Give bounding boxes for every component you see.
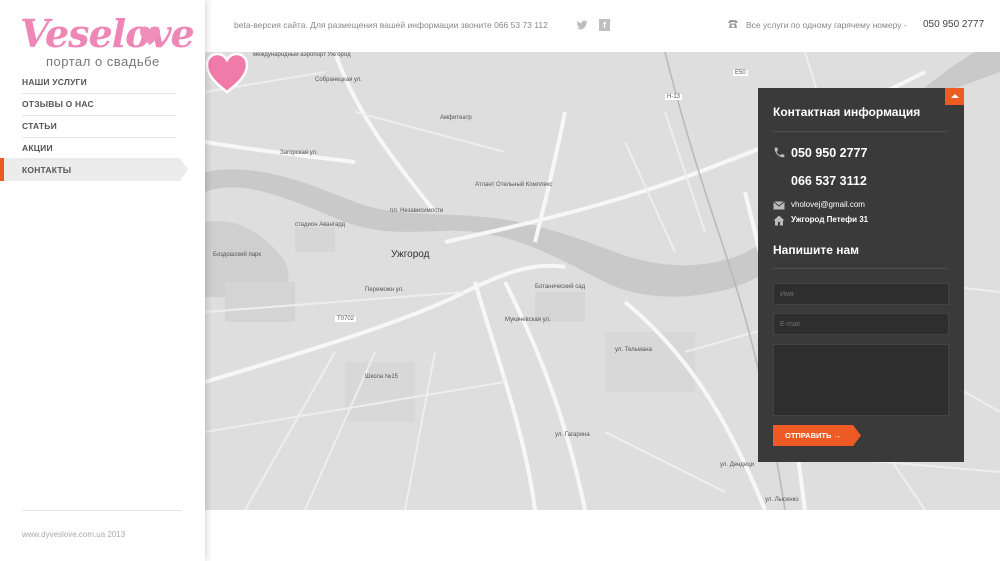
map-bottom-spacer xyxy=(205,510,1000,561)
panel-divider xyxy=(773,131,947,132)
copyright: www.dyveslove.com.ua 2013 xyxy=(22,530,126,539)
facebook-icon[interactable]: f xyxy=(599,19,610,31)
map-label-street: Переможн ул. xyxy=(365,287,404,293)
home-icon xyxy=(773,215,785,226)
map-label-street: ул. Тельмана xyxy=(615,347,652,353)
map-label-poi: Школа №15 xyxy=(365,374,399,380)
map-marker-heart-icon[interactable] xyxy=(205,52,249,94)
map-label-airport: международный аэропорт Ужгород xyxy=(253,52,351,58)
logo[interactable]: Veselove портал о свадьбе xyxy=(20,12,195,72)
hotline-text: Все услуги по одному гарячему номеру - xyxy=(746,20,907,30)
map-label-street: Мукачевская ул. xyxy=(505,317,551,323)
send-button[interactable]: ОТПРАВИТЬ → xyxy=(773,425,861,446)
phone-icon xyxy=(728,20,738,28)
map-city-label: Ужгород xyxy=(391,249,430,260)
email-input[interactable] xyxy=(773,313,949,335)
map-label-street: ул. Лысенко xyxy=(765,497,799,503)
contact-panel: Контактная информация 050 950 2777 066 5… xyxy=(758,88,964,462)
main-nav: НАШИ УСЛУГИ ОТЗЫВЫ О НАС СТАТЬИ АКЦИИ КО… xyxy=(22,72,176,182)
beta-notice: beta-версия сайта. Для размещения вашей … xyxy=(234,20,548,30)
contact-title: Контактная информация xyxy=(773,105,921,119)
sidebar: Veselove портал о свадьбе НАШИ УСЛУГИ ОТ… xyxy=(0,0,205,561)
message-textarea[interactable] xyxy=(773,344,949,416)
nav-item-reviews[interactable]: ОТЗЫВЫ О НАС xyxy=(22,94,176,116)
map-label-park: Боздошский парк xyxy=(213,252,262,258)
collapse-button[interactable] xyxy=(945,88,964,105)
map-label-poi: Ботанический сад xyxy=(535,284,586,290)
phone-icon xyxy=(774,147,785,158)
hotline-number[interactable]: 050 950 2777 xyxy=(923,19,984,30)
write-us-title: Напишите нам xyxy=(773,243,860,257)
map-label-road-badge: Т0702 xyxy=(335,316,357,322)
map-label-street: ул. Дендеци xyxy=(720,462,755,468)
logo-text: Veselove xyxy=(20,11,195,56)
map-label-poi: стадион Авангард xyxy=(295,222,346,228)
map-label-street: Загорская ул. xyxy=(280,150,318,156)
name-input[interactable] xyxy=(773,283,949,305)
map-label-poi: Атлант Отельный Комплекс xyxy=(475,182,553,188)
nav-item-articles[interactable]: СТАТЬИ xyxy=(22,116,176,138)
map-label-street: Собранецкая ул. xyxy=(315,77,362,83)
footer-divider xyxy=(22,510,182,511)
map-label-street: ул. Гагарина xyxy=(555,432,590,438)
heart-icon xyxy=(140,26,160,45)
nav-item-contacts[interactable]: КОНТАКТЫ xyxy=(22,160,176,182)
contact-email[interactable]: vholovej@gmail.com xyxy=(791,200,865,209)
contact-address: Ужгород Петефи 31 xyxy=(791,215,869,224)
map-label-road-badge: Н-13 xyxy=(665,94,683,100)
nav-active-bar xyxy=(0,158,4,181)
map-label-square: пл. Независимости xyxy=(390,208,444,214)
mail-icon xyxy=(773,201,785,210)
contact-phone-1[interactable]: 050 950 2777 xyxy=(791,146,867,160)
map-label-road-badge: Е50 xyxy=(733,70,748,76)
nav-item-promotions[interactable]: АКЦИИ xyxy=(22,138,176,160)
contact-phone-2[interactable]: 066 537 3112 xyxy=(791,174,867,188)
top-bar: × beta-версия сайта. Для размещения ваше… xyxy=(199,0,1000,52)
nav-item-services[interactable]: НАШИ УСЛУГИ xyxy=(22,72,176,94)
panel-divider xyxy=(773,268,947,269)
logo-tagline: портал о свадьбе xyxy=(46,54,160,69)
twitter-icon[interactable] xyxy=(576,19,588,31)
map-label-poi: Амфитеатр xyxy=(440,115,472,121)
